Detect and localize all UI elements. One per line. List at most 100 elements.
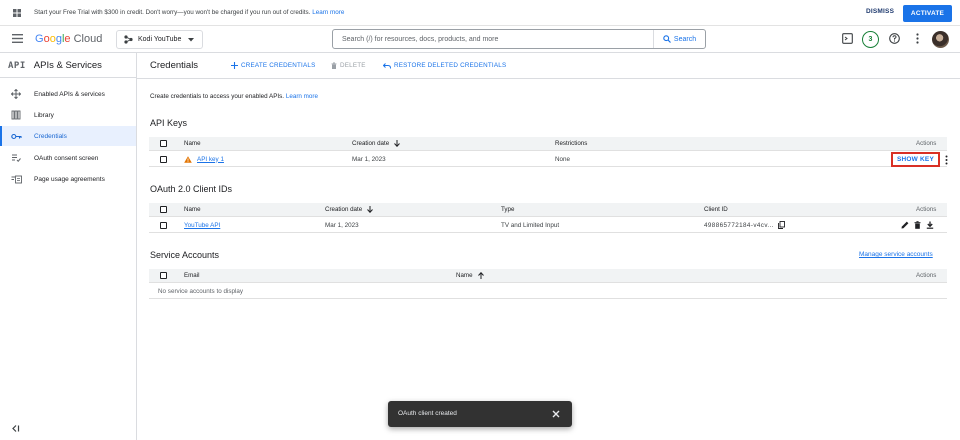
banner-learn-more-link[interactable]: Learn more (312, 9, 344, 16)
row-checkbox[interactable] (160, 221, 167, 229)
activate-button[interactable]: ACTIVATE (903, 5, 952, 22)
free-trial-banner: Start your Free Trial with $300 in credi… (0, 0, 960, 26)
restore-deleted-button[interactable]: RESTORE DELETED CREDENTIALS (383, 62, 506, 69)
search-button[interactable]: Search (653, 30, 705, 48)
select-all-checkbox[interactable] (160, 206, 167, 213)
table-header: Name Creation date Type Client ID Action… (149, 203, 947, 217)
column-client-id: Client ID (704, 206, 728, 213)
sidebar-item-label: Enabled APIs & services (34, 90, 105, 98)
undo-icon (383, 62, 391, 69)
sidebar-header: API APIs & Services (8, 60, 102, 71)
banner-message: Start your Free Trial with $300 in credi… (34, 9, 345, 16)
oauth-client-link[interactable]: YouTube API (184, 222, 220, 229)
snackbar-message: OAuth client created (398, 410, 457, 417)
edit-pencil-icon[interactable] (901, 221, 909, 229)
column-type: Type (501, 206, 515, 213)
manage-service-accounts-link[interactable]: Manage service accounts (859, 251, 933, 258)
api-keys-title: API Keys (150, 118, 188, 128)
sidebar-title: APIs & Services (33, 60, 102, 71)
sidebar-item-library[interactable]: Library (0, 105, 136, 125)
select-all-checkbox[interactable] (160, 140, 167, 147)
page-title: Credentials (150, 60, 199, 71)
enabled-apis-icon (11, 89, 21, 99)
restrictions-cell: None (555, 155, 571, 163)
sidebar: API APIs & Services Enabled APIs & servi… (0, 53, 137, 440)
cloud-shell-icon[interactable] (842, 33, 853, 44)
type-cell: TV and Limited Input (501, 221, 560, 229)
project-selector[interactable]: Kodi YouTube (116, 30, 203, 49)
api-badge-icon: API (8, 60, 26, 71)
table-row: API key 1 Mar 1, 2023 None SHOW KEY (149, 152, 948, 167)
service-accounts-title: Service Accounts (150, 250, 220, 260)
sidebar-item-page-usage[interactable]: Page usage agreements (0, 169, 136, 189)
top-header: Google Cloud Kodi YouTube Search (/) for… (0, 26, 960, 53)
show-key-button[interactable]: SHOW KEY (891, 152, 940, 167)
column-name[interactable]: Name (184, 203, 201, 216)
hamburger-menu-icon[interactable] (12, 34, 23, 43)
column-name[interactable]: Name (456, 269, 484, 282)
dismiss-button[interactable]: DISMISS (866, 8, 894, 15)
collapse-sidebar-icon[interactable] (12, 425, 20, 432)
page-toolbar: Credentials CREATE CREDENTIALS DELETE RE… (137, 53, 960, 79)
row-actions (901, 218, 934, 232)
table-header: Name Creation date Restrictions Actions (149, 137, 947, 151)
service-accounts-table: Email Name Actions No service accounts t… (149, 269, 947, 299)
avatar[interactable] (932, 31, 949, 48)
column-actions: Actions (916, 206, 937, 213)
creation-date-cell: Mar 1, 2023 (352, 155, 386, 163)
consent-icon (11, 153, 21, 163)
agreements-icon (11, 175, 22, 184)
oauth-table: Name Creation date Type Client ID Action… (149, 203, 947, 233)
column-actions: Actions (916, 272, 937, 279)
search-input[interactable]: Search (/) for resources, docs, products… (342, 36, 498, 43)
sidebar-item-enabled-apis[interactable]: Enabled APIs & services (0, 84, 136, 104)
intro-learn-more-link[interactable]: Learn more (286, 93, 318, 100)
client-id-cell: 498865772184-v4cv... (704, 218, 785, 232)
table-header: Email Name Actions (149, 269, 947, 283)
column-creation-date[interactable]: Creation date (352, 137, 401, 150)
sidebar-item-label: OAuth consent screen (34, 154, 99, 162)
table-row: No service accounts to display (149, 284, 947, 299)
project-name: Kodi YouTube (138, 36, 182, 43)
row-checkbox[interactable] (160, 155, 167, 163)
help-icon[interactable] (889, 33, 900, 44)
api-keys-table: Name Creation date Restrictions Actions … (149, 137, 948, 167)
table-row: YouTube API Mar 1, 2023 TV and Limited I… (149, 218, 947, 233)
copy-icon[interactable] (777, 221, 785, 229)
create-credentials-button[interactable]: CREATE CREDENTIALS (231, 62, 316, 69)
divider (0, 77, 136, 78)
key-icon (11, 133, 22, 140)
trash-icon (331, 62, 337, 69)
more-vert-icon[interactable] (945, 155, 948, 165)
column-name[interactable]: Name (184, 137, 201, 150)
empty-state-text: No service accounts to display (158, 287, 244, 295)
download-icon[interactable] (926, 221, 934, 229)
arrow-down-icon (367, 206, 374, 213)
delete-trash-icon[interactable] (914, 221, 921, 229)
close-icon[interactable] (552, 410, 560, 418)
select-all-checkbox[interactable] (160, 272, 167, 279)
notifications-badge[interactable]: 3 (862, 31, 879, 48)
creation-date-cell: Mar 1, 2023 (325, 221, 359, 229)
sidebar-item-credentials[interactable]: Credentials (0, 126, 136, 146)
google-cloud-logo[interactable]: Google Cloud (35, 33, 102, 45)
column-creation-date[interactable]: Creation date (325, 203, 374, 216)
sidebar-item-oauth-consent[interactable]: OAuth consent screen (0, 148, 136, 168)
chevron-down-icon (188, 38, 194, 42)
main-content: Create credentials to access your enable… (137, 80, 960, 440)
search-icon (663, 35, 671, 43)
api-key-link[interactable]: API key 1 (197, 156, 224, 163)
column-actions: Actions (916, 140, 937, 147)
arrow-up-icon (477, 272, 484, 279)
column-restrictions: Restrictions (555, 140, 588, 147)
snackbar: OAuth client created (388, 401, 572, 427)
delete-button[interactable]: DELETE (331, 62, 366, 69)
plus-icon (231, 62, 238, 69)
library-icon (11, 110, 21, 120)
column-email[interactable]: Email (184, 269, 199, 282)
project-icon (124, 35, 133, 44)
search-bar[interactable]: Search (/) for resources, docs, products… (332, 29, 706, 49)
sidebar-item-label: Page usage agreements (34, 175, 105, 183)
more-vert-icon[interactable] (916, 33, 919, 44)
sidebar-item-label: Library (34, 111, 54, 119)
